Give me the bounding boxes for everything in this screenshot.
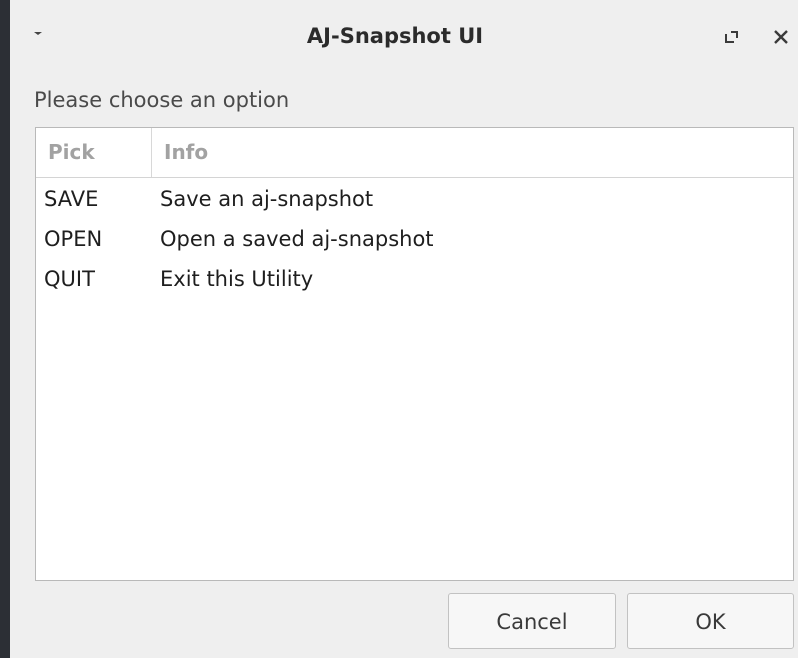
list-row-save[interactable]: SAVE Save an aj-snapshot	[36, 179, 793, 219]
options-list[interactable]: Pick Info SAVE Save an aj-snapshot OPEN …	[35, 127, 794, 581]
row-info: Save an aj-snapshot	[160, 187, 374, 211]
maximize-button[interactable]	[718, 24, 744, 50]
column-header-pick[interactable]: Pick	[36, 128, 152, 177]
title-bar: AJ-Snapshot UI	[10, 0, 798, 78]
row-pick: OPEN	[44, 227, 103, 251]
close-button[interactable]	[768, 24, 794, 50]
cancel-button[interactable]: Cancel	[448, 593, 616, 649]
row-info: Exit this Utility	[160, 267, 314, 291]
ok-button[interactable]: OK	[627, 593, 794, 649]
row-info: Open a saved aj-snapshot	[160, 227, 434, 251]
list-header: Pick Info	[36, 128, 793, 178]
dialog-window: AJ-Snapshot UI Please choose an option P…	[10, 0, 798, 658]
maximize-icon	[725, 31, 738, 43]
row-pick: QUIT	[44, 267, 95, 291]
close-icon	[774, 30, 788, 44]
window-title: AJ-Snapshot UI	[306, 24, 484, 48]
prompt-label: Please choose an option	[34, 88, 290, 112]
row-pick: SAVE	[44, 187, 99, 211]
list-row-open[interactable]: OPEN Open a saved aj-snapshot	[36, 219, 793, 259]
column-header-info[interactable]: Info	[152, 128, 793, 177]
list-row-quit[interactable]: QUIT Exit this Utility	[36, 259, 793, 299]
